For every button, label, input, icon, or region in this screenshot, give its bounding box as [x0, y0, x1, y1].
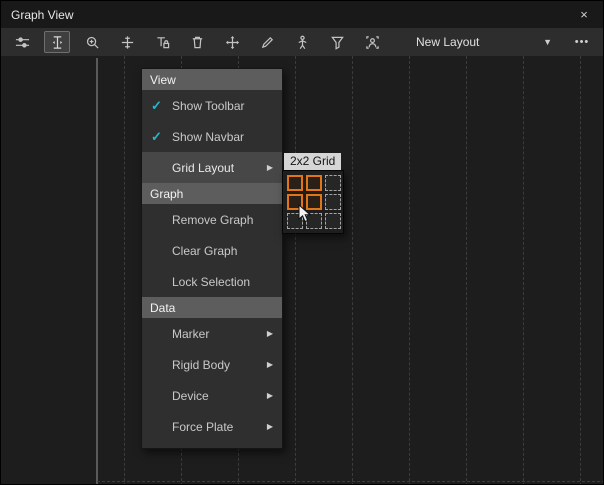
trash-icon[interactable]	[184, 31, 210, 53]
menu-item-grid-layout[interactable]: Grid Layout ▶	[142, 152, 282, 183]
grid-cell[interactable]	[306, 175, 322, 191]
grid-cell[interactable]	[325, 194, 341, 210]
menu-item-label: Device	[172, 389, 209, 403]
toolbar: New Layout ▼ •••	[1, 28, 603, 56]
menu-item-label: Show Navbar	[172, 130, 244, 144]
menu-item-device[interactable]: Device ▶	[142, 380, 282, 411]
text-lock-icon[interactable]	[149, 31, 175, 53]
skeleton-icon[interactable]	[289, 31, 315, 53]
grid-line	[124, 56, 125, 485]
context-menu: View ✓ Show Toolbar ✓ Show Navbar Grid L…	[141, 68, 283, 449]
y-axis-line	[96, 58, 98, 485]
submenu-arrow-icon: ▶	[267, 329, 273, 338]
sliders-icon[interactable]	[9, 31, 35, 53]
grid-line	[466, 56, 467, 485]
menu-item-label: Force Plate	[172, 420, 233, 434]
ibeam-tool-icon[interactable]	[44, 31, 70, 53]
menu-item-label: Marker	[172, 327, 209, 341]
filter-icon[interactable]	[324, 31, 350, 53]
marker-box-icon[interactable]	[359, 31, 385, 53]
close-icon[interactable]: ×	[575, 7, 593, 22]
menu-item-marker[interactable]: Marker ▶	[142, 318, 282, 349]
menu-item-label: Clear Graph	[172, 244, 237, 258]
menu-item-show-toolbar[interactable]: ✓ Show Toolbar	[142, 90, 282, 121]
grid-cell[interactable]	[325, 175, 341, 191]
zoom-select-icon[interactable]	[79, 31, 105, 53]
title-bar: Graph View ×	[1, 1, 603, 28]
graph-view-window: Graph View ×	[0, 0, 604, 485]
mouse-cursor	[298, 204, 311, 226]
grid-line	[523, 56, 524, 485]
more-options-icon[interactable]: •••	[569, 36, 595, 48]
menu-item-show-navbar[interactable]: ✓ Show Navbar	[142, 121, 282, 152]
x-axis-grid-line	[97, 481, 604, 482]
chevron-down-icon: ▼	[543, 37, 552, 47]
pencil-icon[interactable]	[254, 31, 280, 53]
grid-size-picker	[282, 170, 344, 234]
grid-layout-submenu: 2x2 Grid	[282, 153, 344, 234]
menu-item-label: Lock Selection	[172, 275, 250, 289]
menu-section-header-view: View	[142, 69, 282, 90]
menu-item-rigid-body[interactable]: Rigid Body ▶	[142, 349, 282, 380]
menu-item-label: Rigid Body	[172, 358, 230, 372]
menu-item-force-plate[interactable]: Force Plate ▶	[142, 411, 282, 442]
layout-selector-value: New Layout	[416, 35, 479, 49]
check-icon: ✓	[151, 129, 162, 145]
move-icon[interactable]	[219, 31, 245, 53]
submenu-arrow-icon: ▶	[267, 360, 273, 369]
submenu-arrow-icon: ▶	[267, 163, 273, 172]
window-title: Graph View	[11, 8, 73, 22]
layout-selector[interactable]: New Layout ▼	[408, 31, 560, 53]
menu-section-header-graph: Graph	[142, 183, 282, 204]
grid-size-tooltip: 2x2 Grid	[284, 153, 341, 170]
grid-line	[409, 56, 410, 485]
grid-line	[295, 56, 296, 485]
menu-item-lock-selection[interactable]: Lock Selection	[142, 266, 282, 297]
menu-item-clear-graph[interactable]: Clear Graph	[142, 235, 282, 266]
grid-cell[interactable]	[287, 175, 303, 191]
menu-section-header-data: Data	[142, 297, 282, 318]
check-icon: ✓	[151, 98, 162, 114]
menu-item-label: Remove Graph	[172, 213, 253, 227]
grid-line	[580, 56, 581, 485]
grid-line	[352, 56, 353, 485]
menu-item-label: Show Toolbar	[172, 99, 245, 113]
grid-cell[interactable]	[325, 213, 341, 229]
crosshair-icon[interactable]	[114, 31, 140, 53]
graph-canvas[interactable]	[1, 56, 604, 485]
menu-item-remove-graph[interactable]: Remove Graph	[142, 204, 282, 235]
menu-item-label: Grid Layout	[172, 161, 234, 175]
submenu-arrow-icon: ▶	[267, 391, 273, 400]
submenu-arrow-icon: ▶	[267, 422, 273, 431]
